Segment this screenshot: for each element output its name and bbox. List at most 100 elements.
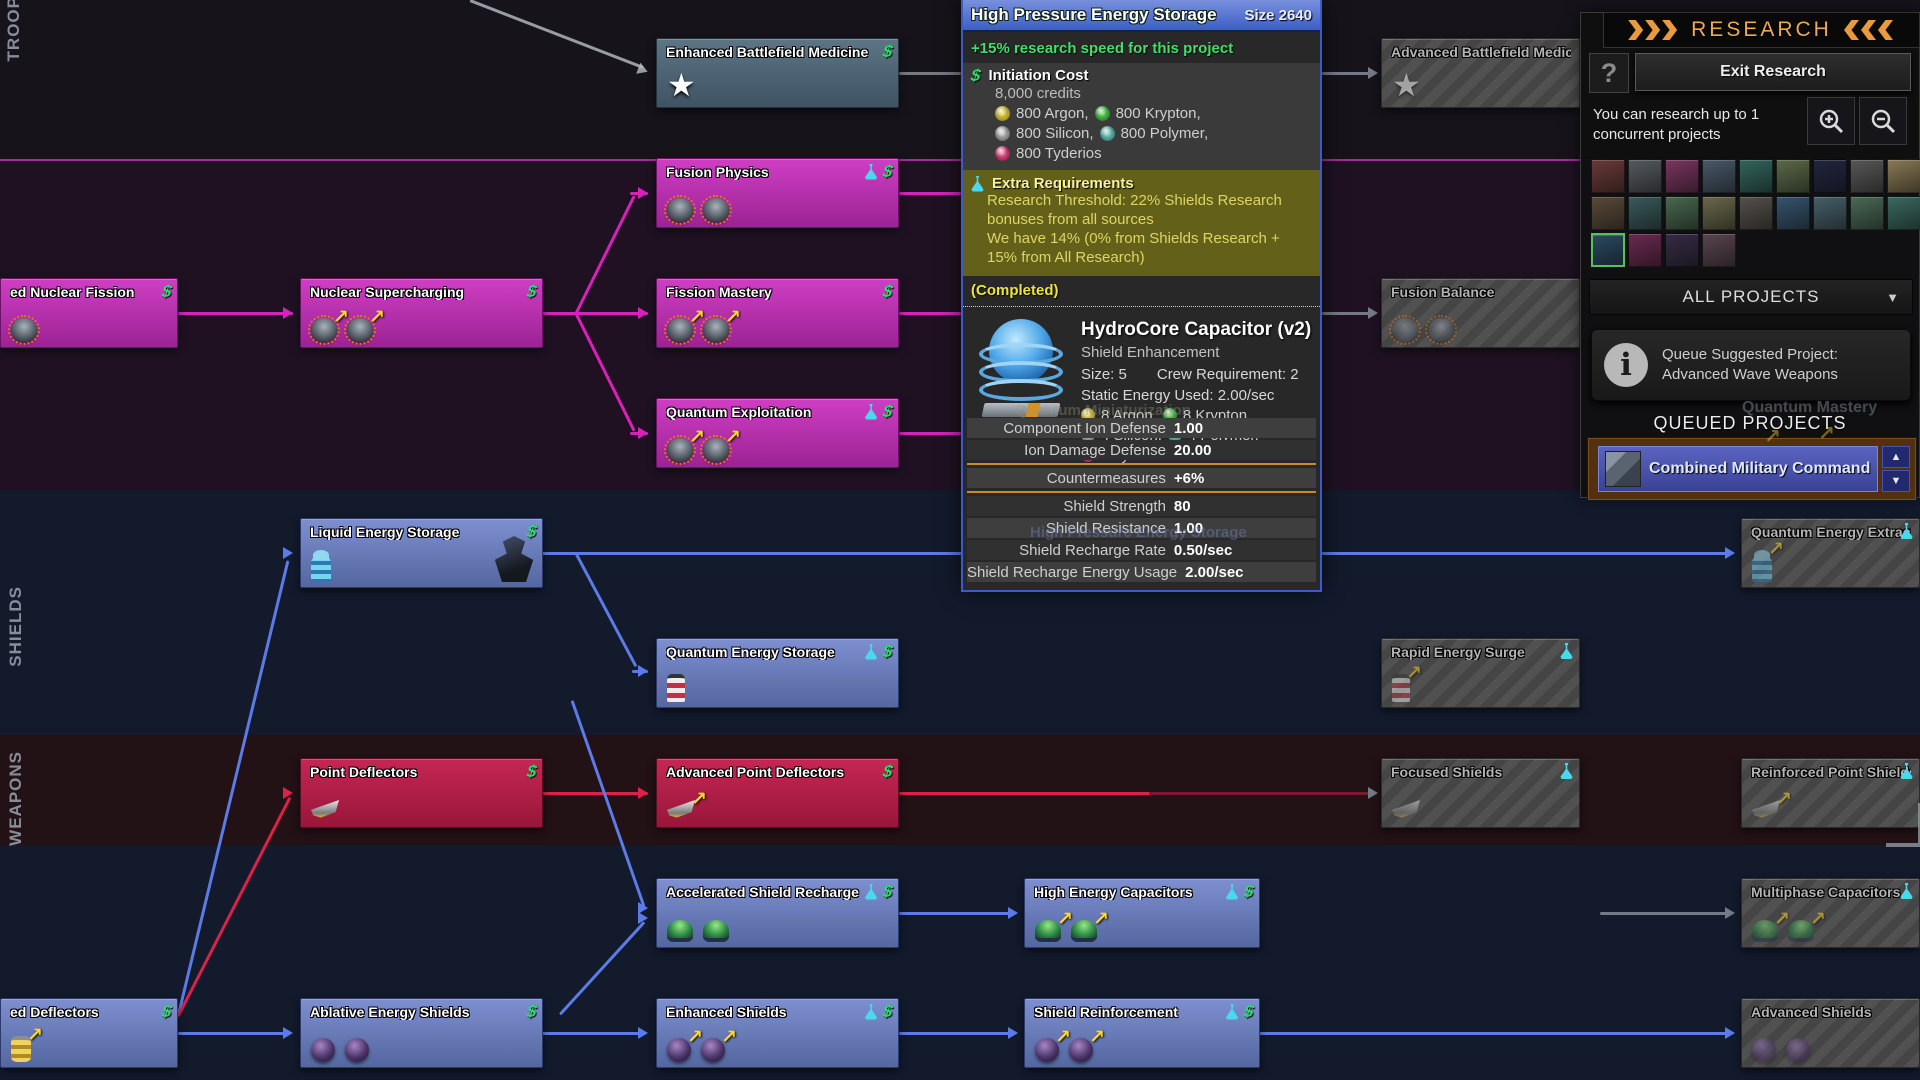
research-flask-icon (865, 1004, 878, 1020)
reactor-gfx (11, 318, 37, 342)
stat-value: 1.00 (1174, 420, 1203, 437)
tech-node-quantum-energy-storage[interactable]: Quantum Energy Storage$ (656, 638, 899, 708)
category-tile-15[interactable] (1776, 196, 1810, 230)
capstriped-item-icon (667, 674, 685, 702)
tech-node-title: Nuclear Supercharging (310, 284, 534, 300)
tech-node-accelerated-shield-recharge[interactable]: Accelerated Shield Recharge$ (656, 878, 899, 948)
tech-node-shield-reinforcement[interactable]: Shield Reinforcement$↗↗ (1024, 998, 1260, 1068)
upgrade-arrow-icon: ↗ (1093, 908, 1109, 931)
item-category: Shield Enhancement (1081, 344, 1312, 361)
tech-node-liquid-energy-storage[interactable]: Liquid Energy Storage$ (300, 518, 543, 588)
tech-node-rapid-energy-surge[interactable]: Rapid Energy Surge↗ (1381, 638, 1580, 708)
resource-text: 800 Argon, (1016, 105, 1089, 122)
stat-row: Shield Recharge Rate0.50/sec (967, 540, 1316, 560)
tech-node-multiphase-capacitors[interactable]: Multiphase Capacitors↗↗ (1741, 878, 1920, 948)
band-label-weapons: WEAPONS (6, 751, 26, 846)
tech-node-deflectors[interactable]: ed Deflectors$↗ (0, 998, 178, 1068)
chevron-down-icon: ▼ (1886, 290, 1900, 305)
tech-node-title: Advanced Point Deflectors (666, 764, 890, 780)
zoom-in-button[interactable] (1807, 97, 1855, 145)
tech-node-advanced-shields[interactable]: Advanced Shields (1741, 998, 1920, 1068)
frame-corner-bracket (1886, 803, 1920, 847)
queue-move-down-button[interactable]: ▼ (1882, 470, 1910, 492)
upgrade-arrow-icon: ↗ (1776, 788, 1792, 811)
tech-node-title: Fission Mastery (666, 284, 890, 300)
category-tile-7[interactable] (1813, 159, 1847, 193)
help-button[interactable]: ? (1589, 53, 1629, 93)
node-badges: $ (883, 43, 892, 60)
tech-node-advanced-point-deflectors[interactable]: Advanced Point Deflectors$↗ (656, 758, 899, 828)
cylgold-item-icon: ↗ (11, 1036, 31, 1062)
category-tile-22[interactable] (1702, 233, 1736, 267)
credits-icon: $ (525, 763, 537, 780)
category-tile-18[interactable] (1887, 196, 1920, 230)
node-badges: $ (865, 403, 892, 420)
tech-node-point-deflectors[interactable]: Point Deflectors$ (300, 758, 543, 828)
node-badges: $ (865, 163, 892, 180)
exit-research-button[interactable]: Exit Research (1635, 53, 1911, 91)
tech-node-enhanced-shields[interactable]: Enhanced Shields$↗↗ (656, 998, 899, 1068)
tech-node-high-energy-capacitors[interactable]: High Energy Capacitors$↗↗ (1024, 878, 1260, 948)
tech-node-ablative-energy-shields[interactable]: Ablative Energy Shields$ (300, 998, 543, 1068)
category-tile-17[interactable] (1850, 196, 1884, 230)
category-tile-6[interactable] (1776, 159, 1810, 193)
category-tile-5[interactable] (1739, 159, 1773, 193)
tech-node-fusion-balance[interactable]: Fusion Balance (1381, 278, 1580, 348)
credits-icon: $ (1242, 883, 1254, 900)
category-tile-21[interactable] (1665, 233, 1699, 267)
orb-item-icon: ↗ (667, 1038, 691, 1062)
node-icons (311, 800, 534, 822)
category-tile-1[interactable] (1591, 159, 1625, 193)
queue-suggested-button[interactable]: i Queue Suggested Project: Advanced Wave… (1591, 329, 1911, 401)
upgrade-arrow-icon: ↗ (27, 1024, 43, 1047)
credits-icon: $ (881, 763, 893, 780)
chevrons-left-icon (1844, 20, 1895, 40)
tech-node-fusion-physics[interactable]: Fusion Physics$ (656, 158, 899, 228)
category-tile-19[interactable] (1591, 233, 1625, 267)
queue-suggested-text: Queue Suggested Project: Advanced Wave W… (1662, 345, 1838, 386)
category-tile-13[interactable] (1702, 196, 1736, 230)
tech-node-title: Enhanced Shields (666, 1004, 890, 1020)
staricon-gfx (1392, 68, 1426, 102)
category-tile-9[interactable] (1887, 159, 1920, 193)
resource-line: 800 Argon,800 Krypton, (971, 105, 1312, 122)
category-tile-10[interactable] (1591, 196, 1625, 230)
category-tile-2[interactable] (1628, 159, 1662, 193)
research-flask-icon (865, 404, 878, 420)
queue-move-up-button[interactable]: ▲ (1882, 446, 1910, 468)
stat-row: Shield Resistance1.00 (967, 518, 1316, 538)
research-panel-header: RESEARCH (1603, 12, 1920, 48)
category-tile-14[interactable] (1739, 196, 1773, 230)
all-projects-dropdown[interactable]: ALL PROJECTS ▼ (1589, 279, 1913, 315)
node-icons (311, 1038, 534, 1062)
category-tile-3[interactable] (1665, 159, 1699, 193)
category-tile-12[interactable] (1665, 196, 1699, 230)
zoom-out-button[interactable] (1859, 97, 1907, 145)
category-tile-16[interactable] (1813, 196, 1847, 230)
cone-item-icon (1392, 800, 1420, 822)
tech-node-quantum-energy-extraction[interactable]: Quantum Energy Extract↗ (1741, 518, 1920, 588)
mech-item-icon (494, 536, 534, 582)
tech-node-fission-mastery[interactable]: Fission Mastery$↗↗ (656, 278, 899, 348)
queued-project-label: Combined Military Command (1649, 460, 1870, 478)
research-flask-icon (865, 164, 878, 180)
stats-separator (967, 491, 1316, 493)
tech-node-enhanced-battlefield-medicine[interactable]: Enhanced Battlefield Medicine$ (656, 38, 899, 108)
node-badges: $ (1226, 883, 1253, 900)
stat-value: 0.50/sec (1174, 542, 1232, 559)
queued-project-item[interactable]: Combined Military Command (1598, 446, 1878, 492)
category-tile-8[interactable] (1850, 159, 1884, 193)
tech-node-quantum-exploitation[interactable]: Quantum Exploitation$↗↗ (656, 398, 899, 468)
tech-node-title: Point Deflectors (310, 764, 534, 780)
tech-node-focused-shields[interactable]: Focused Shields (1381, 758, 1580, 828)
category-tile-11[interactable] (1628, 196, 1662, 230)
category-tile-20[interactable] (1628, 233, 1662, 267)
tech-node-advanced-battlefield-medicine[interactable]: Advanced Battlefield Medic (1381, 38, 1580, 108)
dome-item-icon (667, 920, 693, 942)
project-thumbnail (1605, 451, 1641, 487)
research-flask-icon (1560, 763, 1573, 779)
tech-node-nuclear-supercharging[interactable]: Nuclear Supercharging$↗↗ (300, 278, 543, 348)
category-tile-4[interactable] (1702, 159, 1736, 193)
tech-node-nuclear-fission[interactable]: ed Nuclear Fission$ (0, 278, 178, 348)
project-tooltip: High Pressure Energy Storage Size 2640 +… (961, 0, 1322, 592)
